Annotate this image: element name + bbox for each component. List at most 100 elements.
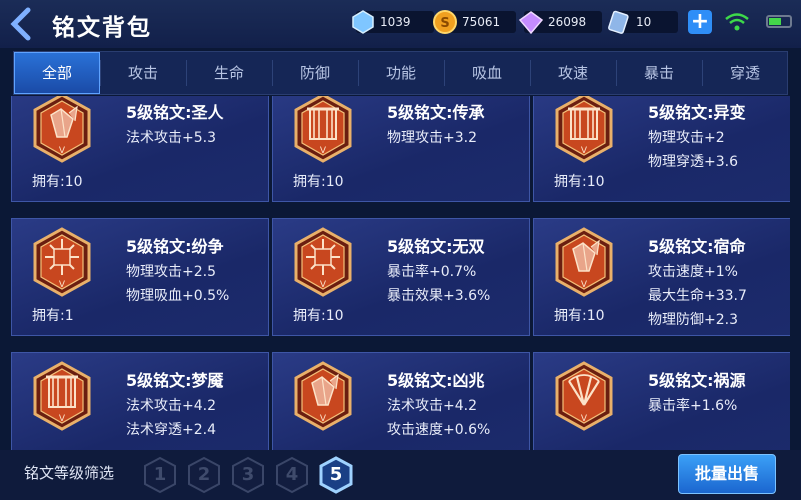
- tab-divider: [530, 60, 531, 86]
- level-filter-label: 4: [285, 464, 299, 485]
- tab-health[interactable]: 生命: [186, 52, 272, 94]
- category-tabs: 全部 攻击 生命 防御 功能 吸血 攻速 暴击 穿透: [13, 51, 788, 95]
- svg-text:V: V: [59, 414, 66, 424]
- inscription-attribute: 物理防御+2.3: [648, 312, 738, 328]
- inscription-attribute: 法术攻击+4.2: [126, 398, 216, 414]
- inscription-card[interactable]: V 5级铭文:圣人 法术攻击+5.3 拥有:10: [11, 96, 269, 202]
- inscription-attribute: 法术攻击+5.3: [126, 130, 216, 146]
- tab-attack-speed[interactable]: 攻速: [530, 52, 616, 94]
- top-bar: 铭文背包 1039 S 75061 26098 10 +: [0, 0, 801, 48]
- ticket-value: 10: [636, 15, 652, 29]
- inscription-name: 5级铭文:宿命: [648, 237, 746, 256]
- inscription-attribute: 物理吸血+0.5%: [126, 288, 230, 304]
- level-filter-label: 1: [153, 464, 167, 485]
- tab-divider: [444, 60, 445, 86]
- inscription-card[interactable]: V 5级铭文:凶兆 法术攻击+4.2 攻击速度+0.6%: [272, 352, 530, 450]
- inscription-name: 5级铭文:祸源: [648, 371, 746, 390]
- diamond-icon: [518, 11, 544, 35]
- inscription-name: 5级铭文:凶兆: [387, 371, 485, 390]
- level-filter-1[interactable]: 1: [142, 456, 178, 494]
- coin-icon: S: [433, 10, 457, 34]
- ticket-icon: [608, 10, 629, 34]
- tab-crit[interactable]: 暴击: [616, 52, 702, 94]
- diamond-counter: 26098: [518, 11, 602, 35]
- page-title: 铭文背包: [52, 15, 152, 41]
- inscription-attribute: 暴击率+1.6%: [648, 398, 738, 414]
- svg-text:V: V: [320, 146, 327, 156]
- owned-count: 拥有:10: [293, 308, 344, 324]
- tab-divider: [100, 60, 101, 86]
- level-filter-4[interactable]: 4: [274, 456, 310, 494]
- coin-counter: S 75061: [433, 10, 516, 34]
- level-filter-3[interactable]: 3: [230, 456, 266, 494]
- inscription-emblem-icon: V: [292, 227, 354, 297]
- owned-count: 拥有:10: [32, 174, 83, 190]
- level-filter-label: 3: [241, 464, 255, 485]
- inscription-attribute: 暴击效果+3.6%: [387, 288, 491, 304]
- back-icon[interactable]: [8, 6, 36, 42]
- inscription-attribute: 法术穿透+2.4: [126, 422, 216, 438]
- inscription-attribute: 物理攻击+2: [648, 130, 725, 146]
- crystal-value: 1039: [380, 15, 411, 29]
- tab-defense[interactable]: 防御: [272, 52, 358, 94]
- svg-text:V: V: [581, 280, 588, 290]
- svg-text:V: V: [581, 414, 588, 424]
- inscription-card[interactable]: V 5级铭文:异变 物理攻击+2 物理穿透+3.6 拥有:10: [533, 96, 790, 202]
- level-filter-label: 2: [197, 464, 211, 485]
- inscription-name: 5级铭文:异变: [648, 103, 746, 122]
- inscription-card[interactable]: V 5级铭文:梦魇 法术攻击+4.2 法术穿透+2.4: [11, 352, 269, 450]
- tab-all[interactable]: 全部: [14, 52, 100, 94]
- inscription-attribute: 物理攻击+2.5: [126, 264, 216, 280]
- tab-penetration[interactable]: 穿透: [702, 52, 788, 94]
- diamond-value: 26098: [548, 15, 587, 29]
- tab-divider: [272, 60, 273, 86]
- inscription-attribute: 暴击率+0.7%: [387, 264, 477, 280]
- inscription-grid: V 5级铭文:圣人 法术攻击+5.3 拥有:10 V 5级铭文:传承 物理攻击+3.2 拥有:…: [11, 96, 790, 450]
- inscription-attribute: 攻击速度+1%: [648, 264, 738, 280]
- owned-count: 拥有:1: [32, 308, 74, 324]
- coin-value: 75061: [462, 15, 501, 29]
- inscription-attribute: 最大生命+33.7: [648, 288, 747, 304]
- tab-divider: [186, 60, 187, 86]
- tab-attack[interactable]: 攻击: [100, 52, 186, 94]
- crystal-icon: [352, 10, 374, 34]
- inscription-attribute: 物理攻击+3.2: [387, 130, 477, 146]
- inscription-emblem-icon: V: [31, 227, 93, 297]
- level-filter-5[interactable]: 5: [318, 456, 354, 494]
- level-filter-2[interactable]: 2: [186, 456, 222, 494]
- tab-divider: [702, 60, 703, 86]
- svg-text:V: V: [320, 414, 327, 424]
- tab-utility[interactable]: 功能: [358, 52, 444, 94]
- batch-sell-button[interactable]: 批量出售: [678, 454, 776, 494]
- inscription-emblem-icon: V: [553, 96, 615, 163]
- tab-divider: [616, 60, 617, 86]
- inscription-card[interactable]: V 5级铭文:无双 暴击率+0.7% 暴击效果+3.6% 拥有:10: [272, 218, 530, 336]
- inscription-name: 5级铭文:圣人: [126, 103, 224, 122]
- inscription-name: 5级铭文:梦魇: [126, 371, 224, 390]
- inscription-card[interactable]: V 5级铭文:祸源 暴击率+1.6%: [533, 352, 790, 450]
- owned-count: 拥有:10: [554, 174, 605, 190]
- inscription-emblem-icon: V: [292, 96, 354, 163]
- owned-count: 拥有:10: [554, 308, 605, 324]
- inscription-name: 5级铭文:无双: [387, 237, 485, 256]
- level-filter-label: 铭文等级筛选: [24, 464, 115, 482]
- inscription-card[interactable]: V 5级铭文:宿命 攻击速度+1% 最大生命+33.7 物理防御+2.3 拥有:10: [533, 218, 790, 336]
- tab-divider: [358, 60, 359, 86]
- svg-text:S: S: [440, 16, 449, 31]
- inscription-name: 5级铭文:纷争: [126, 237, 224, 256]
- add-currency-button[interactable]: +: [688, 10, 712, 34]
- inscription-attribute: 攻击速度+0.6%: [387, 422, 491, 438]
- bottom-bar: 铭文等级筛选 1 2 3 4 5 批量出售: [0, 450, 801, 500]
- inscription-emblem-icon: V: [553, 361, 615, 431]
- inscription-attribute: 物理穿透+3.6: [648, 154, 738, 170]
- inscription-attribute: 法术攻击+4.2: [387, 398, 477, 414]
- inscription-card[interactable]: V 5级铭文:纷争 物理攻击+2.5 物理吸血+0.5% 拥有:1: [11, 218, 269, 336]
- owned-count: 拥有:10: [293, 174, 344, 190]
- level-filter-label: 5: [329, 464, 343, 485]
- inscription-card[interactable]: V 5级铭文:传承 物理攻击+3.2 拥有:10: [272, 96, 530, 202]
- inscription-emblem-icon: V: [553, 227, 615, 297]
- svg-text:V: V: [581, 146, 588, 156]
- ticket-counter: 10: [608, 10, 678, 34]
- tab-lifesteal[interactable]: 吸血: [444, 52, 530, 94]
- inscription-emblem-icon: V: [292, 361, 354, 431]
